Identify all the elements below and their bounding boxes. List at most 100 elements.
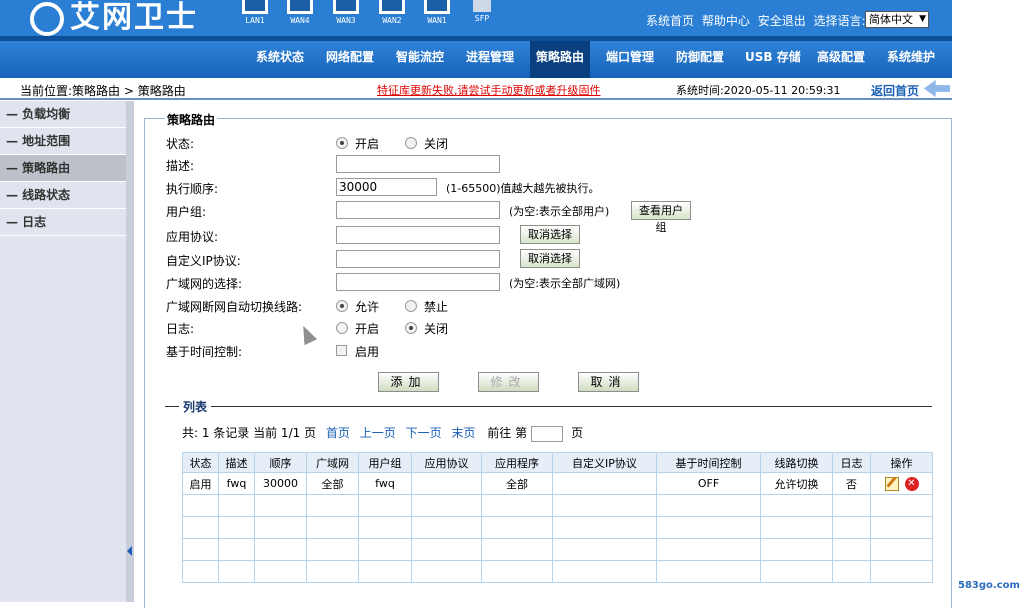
app-protocol-input[interactable] [336, 226, 500, 244]
auto-switch-allow-radio[interactable] [336, 300, 348, 312]
port-icon [287, 0, 313, 14]
link-home[interactable]: 系统首页 [646, 14, 694, 28]
logo-ring-icon [30, 2, 64, 36]
logo-text: 艾网卫士 [70, 0, 198, 35]
list-section: 列表 [165, 398, 932, 414]
col-status: 状态 [182, 452, 219, 473]
table-row-empty [182, 538, 933, 561]
delete-icon[interactable]: ✕ [904, 476, 919, 491]
pager-first[interactable]: 首页 [326, 426, 350, 440]
cell-status: 启用 [182, 472, 219, 495]
pager-prev[interactable]: 上一页 [360, 426, 396, 440]
auto-switch-forbid-radio[interactable] [405, 300, 417, 312]
main-menu: 系统状态 网络配置 智能流控 进程管理 策略路由 端口管理 防御配置 USB 存… [0, 36, 952, 78]
log-off-radio[interactable] [405, 322, 417, 334]
time-ctrl-label: 启用 [355, 345, 380, 359]
back-home-link[interactable]: 返回首页 [871, 82, 919, 99]
col-app-protocol: 应用协议 [411, 452, 482, 473]
pager: 共: 1 条记录 当前 1/1 页 首页 上一页 下一页 末页 前往 第 页 [182, 424, 583, 442]
col-app: 应用程序 [481, 452, 553, 473]
page-number-input[interactable] [531, 425, 564, 442]
back-arrow-icon[interactable] [924, 80, 950, 97]
banner-top: 艾网卫士 LAN1 WAN4 WAN3 WAN2 WAN1 SFP 系统首页 帮… [0, 0, 952, 36]
col-desc: 描述 [218, 452, 255, 473]
usergroup-input[interactable] [336, 201, 500, 219]
desc-input[interactable] [336, 155, 500, 173]
menu-process-mgmt[interactable]: 进程管理 [466, 48, 514, 65]
link-help[interactable]: 帮助中心 [702, 14, 750, 28]
custom-ip-input[interactable] [336, 250, 500, 268]
update-warning-link[interactable]: 特征库更新失败,请尝试手动更新或者升级固件 [377, 82, 601, 98]
log-off-label: 关闭 [424, 322, 449, 336]
cell-usergroup: fwq [358, 472, 412, 495]
edit-icon[interactable] [884, 476, 899, 491]
menu-smart-flow[interactable]: 智能流控 [396, 48, 444, 65]
status-off-label: 关闭 [424, 137, 449, 151]
sidebar-item-policy-routing[interactable]: — 策略路由 [0, 155, 126, 182]
port-icon [379, 0, 405, 14]
sfp-icon [473, 0, 491, 12]
pager-last[interactable]: 末页 [451, 426, 475, 440]
col-time-ctrl: 基于时间控制 [656, 452, 761, 473]
language-select[interactable]: 简体中文 ▼ [865, 11, 929, 28]
modify-button[interactable]: 修改 [478, 372, 539, 392]
cell-order: 30000 [254, 472, 307, 495]
status-on-radio[interactable] [336, 137, 348, 149]
pager-next[interactable]: 下一页 [406, 426, 442, 440]
col-wan: 广域网 [306, 452, 359, 473]
menu-system-status[interactable]: 系统状态 [256, 48, 304, 65]
port-icon [424, 0, 450, 14]
port-lan1[interactable]: LAN1 [239, 0, 271, 25]
menu-defense-config[interactable]: 防御配置 [676, 48, 724, 65]
time-ctrl-checkbox[interactable] [336, 345, 347, 356]
sidebar-item-log[interactable]: — 日志 [0, 209, 126, 236]
col-line-switch: 线路切换 [760, 452, 833, 473]
top-links: 系统首页 帮助中心 安全退出 选择语言: [646, 12, 870, 29]
wan-input[interactable] [336, 273, 500, 291]
sidebar-item-address-range[interactable]: — 地址范围 [0, 128, 126, 155]
watermark: 583go.com [958, 580, 1020, 591]
status-off-radio[interactable] [405, 137, 417, 149]
view-usergroup-button[interactable]: 查看用户组 [631, 201, 691, 234]
cell-custom-ip [552, 472, 657, 495]
custom-ip-cancel-select-button[interactable]: 取消选择 [520, 249, 580, 268]
wan-hint: (为空:表示全部广域网) [509, 277, 621, 290]
auto-switch-allow-label: 允许 [355, 300, 380, 314]
cell-line-switch: 允许切换 [760, 472, 833, 495]
sidebar-item-load-balance[interactable]: — 负载均衡 [0, 101, 126, 128]
menu-network-config[interactable]: 网络配置 [326, 48, 374, 65]
lang-label: 选择语言: [813, 14, 866, 28]
port-sfp[interactable]: SFP [466, 0, 498, 23]
cell-app-protocol [411, 472, 482, 495]
sidebar-splitter[interactable] [126, 101, 134, 602]
order-input[interactable]: 30000 [336, 178, 437, 196]
menu-advanced-config[interactable]: 高级配置 [817, 48, 865, 65]
cancel-button[interactable]: 取消 [578, 372, 639, 392]
policy-table: 状态 描述 顺序 广域网 用户组 应用协议 应用程序 自定义IP协议 基于时间控… [182, 452, 933, 583]
col-log: 日志 [832, 452, 871, 473]
status-on-label: 开启 [355, 137, 380, 151]
logo: 艾网卫士 [30, 0, 198, 36]
link-logout[interactable]: 安全退出 [758, 14, 806, 28]
record-summary: 共: 1 条记录 当前 1/1 页 [182, 426, 317, 440]
system-time: 系统时间:2020-05-11 20:59:31 [676, 84, 841, 97]
cell-actions: ✕ [870, 472, 933, 495]
add-button[interactable]: 添加 [378, 372, 439, 392]
port-wan3[interactable]: WAN3 [330, 0, 362, 25]
table-row-empty [182, 560, 933, 583]
log-on-radio[interactable] [336, 322, 348, 334]
menu-policy-routing[interactable]: 策略路由 [530, 41, 591, 78]
sidebar: — 负载均衡 — 地址范围 — 策略路由 — 线路状态 — 日志 [0, 101, 126, 602]
menu-usb-storage[interactable]: USB 存储 [745, 48, 801, 65]
port-wan1[interactable]: WAN1 [421, 0, 453, 25]
collapse-arrow-icon[interactable] [127, 546, 132, 556]
table-row-empty [182, 494, 933, 517]
app-cancel-select-button[interactable]: 取消选择 [520, 225, 580, 244]
port-wan4[interactable]: WAN4 [284, 0, 316, 25]
table-row-empty [182, 516, 933, 539]
menu-system-maint[interactable]: 系统维护 [887, 48, 935, 65]
port-wan2[interactable]: WAN2 [376, 0, 408, 25]
col-order: 顺序 [254, 452, 307, 473]
sidebar-item-line-status[interactable]: — 线路状态 [0, 182, 126, 209]
menu-port-mgmt[interactable]: 端口管理 [606, 48, 654, 65]
